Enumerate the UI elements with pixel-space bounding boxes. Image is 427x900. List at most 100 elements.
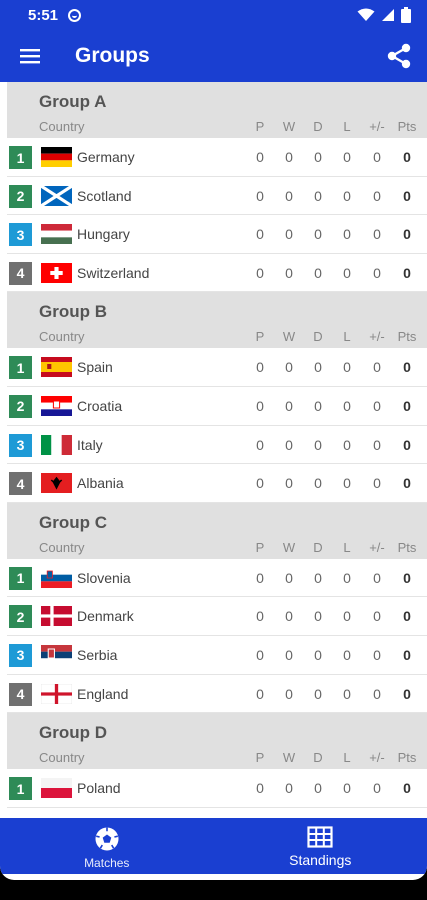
nav-standings[interactable]: Standings [214,818,427,874]
position-badge: 3 [9,433,32,457]
position-badge: 4 [9,261,32,285]
wifi-icon [357,8,375,21]
group-header: Group B Country P W D L +/- Pts [7,292,427,349]
team-row[interactable]: 2 Scotland 0 0 0 0 0 0 [7,176,427,216]
stat-drawn: 0 [314,359,322,376]
share-button[interactable] [371,30,427,82]
italy-flag [41,434,72,455]
stat-drawn: 0 [314,646,322,663]
team-row[interactable]: 4 Albania 0 0 0 0 0 0 [7,464,427,503]
col-header-points: Pts [397,329,417,345]
page-title: Groups [75,44,150,67]
nav-matches[interactable]: Matches [0,818,214,874]
stat-drawn: 0 [314,569,322,586]
stat-points: 0 [403,608,411,625]
stat-goal-difference: 0 [373,646,381,663]
col-header-won: W [282,750,296,766]
group-title: Group D [39,723,107,743]
bottom-navigation: Matches Standings [0,818,427,874]
team-row[interactable]: 3 Hungary 0 0 0 0 0 0 [7,215,427,254]
team-name: Scotland [77,187,132,204]
team-row[interactable]: 1 Spain 0 0 0 0 0 0 [7,348,427,387]
team-name: Slovenia [77,569,131,586]
col-header-won: W [282,539,296,555]
stat-drawn: 0 [314,264,322,281]
stat-drawn: 0 [314,436,322,453]
serbia-flag [41,644,72,665]
col-header-won: W [282,119,296,134]
team-name: Germany [77,149,135,165]
stat-drawn: 0 [314,187,322,204]
team-row[interactable]: 2 Denmark 0 0 0 0 0 0 [7,597,427,636]
stat-lost: 0 [343,359,351,376]
stat-won: 0 [285,475,293,492]
stat-played: 0 [256,226,264,243]
signal-icon [382,9,394,21]
stat-drawn: 0 [314,475,322,492]
position-badge: 2 [9,605,32,629]
stat-goal-difference: 0 [373,475,381,492]
position-badge: 2 [9,394,32,418]
stat-won: 0 [285,264,293,281]
team-row[interactable]: 1 Slovenia 0 0 0 0 0 0 [7,558,427,598]
position-badge: 2 [9,184,32,208]
slovenia-flag [41,567,72,588]
switzerland-flag [41,262,72,283]
stat-goal-difference: 0 [373,608,381,625]
col-header-drawn: D [313,750,323,766]
col-header-goal-difference: +/- [369,119,385,134]
team-row[interactable]: 1 Poland 0 0 0 0 0 0 [7,769,427,808]
hungary-flag [41,224,72,245]
stat-lost: 0 [343,646,351,663]
stat-won: 0 [285,780,293,797]
stat-won: 0 [285,608,293,625]
app-bar: Groups [0,30,427,82]
stat-played: 0 [256,569,264,586]
stat-lost: 0 [343,187,351,204]
col-header-lost: L [343,119,351,134]
stat-won: 0 [285,685,293,702]
stat-won: 0 [285,187,293,204]
team-row[interactable]: 3 Serbia 0 0 0 0 0 0 [7,635,427,675]
spain-flag [41,357,72,378]
menu-button[interactable] [0,30,60,82]
stat-won: 0 [285,646,293,663]
group-header: Group A Country P W D L +/- Pts [7,82,427,138]
team-row[interactable]: 4 England 0 0 0 0 0 0 [7,674,427,714]
stat-points: 0 [403,264,411,281]
stat-played: 0 [256,264,264,281]
stat-lost: 0 [343,397,351,414]
stat-points: 0 [403,359,411,376]
albania-flag [41,473,72,494]
standings-list[interactable]: Group A Country P W D L +/- Pts 1 German… [7,82,427,818]
team-row[interactable]: 4 Switzerland 0 0 0 0 0 0 [7,253,427,293]
status-bar: 5:51 [0,0,427,30]
team-name: Italy [77,436,103,453]
team-name: Serbia [77,646,118,663]
stat-won: 0 [285,226,293,243]
stat-won: 0 [285,569,293,586]
stat-played: 0 [256,646,264,663]
group-title: Group B [39,302,107,322]
stat-played: 0 [256,780,264,797]
germany-flag [41,147,72,167]
position-badge: 4 [9,682,32,706]
team-row[interactable]: 2 Croatia 0 0 0 0 0 0 [7,386,427,426]
stat-lost: 0 [343,685,351,702]
col-header-drawn: D [313,329,323,345]
col-header-goal-difference: +/- [369,329,385,345]
col-header-country: Country [39,750,85,766]
team-row[interactable]: 1 Germany 0 0 0 0 0 0 [7,138,427,177]
team-row[interactable]: 3 Italy 0 0 0 0 0 0 [7,425,427,465]
nav-matches-label: Matches [84,856,130,870]
stat-lost: 0 [343,226,351,243]
battery-icon [401,7,411,23]
stat-points: 0 [403,685,411,702]
nav-standings-label: Standings [289,852,352,868]
group-title: Group C [39,512,107,532]
col-header-played: P [255,539,265,555]
stat-points: 0 [403,187,411,204]
scotland-flag [41,185,72,206]
team-name: Croatia [77,397,123,414]
position-badge: 1 [9,777,32,801]
